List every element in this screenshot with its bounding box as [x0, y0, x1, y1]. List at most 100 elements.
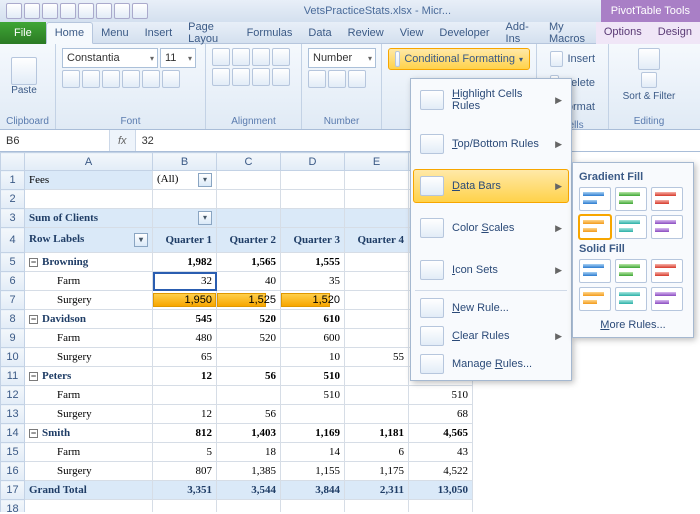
window-title: VetsPracticeStats.xlsx - Micr... [154, 5, 601, 17]
quick-access-toolbar [0, 3, 154, 19]
group-title-number: Number [308, 116, 375, 127]
undo-icon[interactable] [60, 3, 76, 19]
group-number: Number Number [302, 44, 382, 129]
section-solid-fill: Solid Fill [579, 243, 687, 255]
collapse-icon[interactable]: − [29, 372, 38, 381]
merge-icon[interactable] [272, 68, 290, 86]
save-icon[interactable] [6, 3, 22, 19]
cf-item-icon [420, 134, 444, 154]
font-color-icon[interactable] [162, 70, 180, 88]
tab-menu[interactable]: Menu [93, 23, 137, 43]
formula-bar: B6 fx 32 [0, 130, 700, 152]
tab-options[interactable]: Options [596, 22, 650, 44]
databar-gradient-red[interactable] [651, 187, 683, 211]
pivottable-context-tabs: Options Design [596, 22, 700, 44]
italic-icon[interactable] [82, 70, 100, 88]
preview-icon[interactable] [114, 3, 130, 19]
wrap-text-icon[interactable] [272, 48, 290, 66]
percent-icon[interactable] [328, 70, 346, 88]
align-right-icon[interactable] [252, 68, 270, 86]
align-middle-icon[interactable] [232, 48, 250, 66]
databar-solid-blue[interactable] [579, 259, 611, 283]
qat-more-icon[interactable] [132, 3, 148, 19]
conditional-formatting-button[interactable]: Conditional Formatting ▾ [388, 48, 530, 70]
bold-icon[interactable] [62, 70, 80, 88]
databar-gradient-green[interactable] [615, 187, 647, 211]
underline-icon[interactable] [102, 70, 120, 88]
group-title-editing: Editing [615, 116, 683, 127]
group-font: Constantia 11 Font [56, 44, 206, 129]
fill-color-icon[interactable] [142, 70, 160, 88]
tab-insert[interactable]: Insert [137, 23, 181, 43]
comma-icon[interactable] [348, 70, 366, 88]
filter-dropdown[interactable]: ▾ [198, 173, 212, 187]
paste-icon [11, 57, 37, 85]
cf-action-clear-rules[interactable]: Clear Rules▶ [413, 322, 569, 350]
paste-button[interactable]: Paste [6, 48, 42, 104]
font-name-combo[interactable]: Constantia [62, 48, 158, 68]
fx-button[interactable]: fx [110, 130, 136, 151]
group-title-clipboard: Clipboard [6, 116, 49, 127]
font-size-combo[interactable]: 11 [160, 48, 196, 68]
cf-item-top-bottom-rules[interactable]: Top/Bottom Rules▶ [413, 127, 569, 161]
context-tools-label: PivotTable Tools [601, 0, 700, 22]
group-title-font: Font [62, 116, 199, 127]
align-top-icon[interactable] [212, 48, 230, 66]
new-icon[interactable] [42, 3, 58, 19]
tab-formulas[interactable]: Formulas [239, 23, 301, 43]
tab-home[interactable]: Home [46, 22, 93, 44]
databar-gradient-teal[interactable] [615, 215, 647, 239]
collapse-icon[interactable]: − [29, 315, 38, 324]
cf-item-highlight-cells-rules[interactable]: Highlight Cells Rules▶ [413, 81, 569, 119]
name-box[interactable]: B6 [0, 130, 110, 151]
cf-item-icon [420, 218, 444, 238]
open-icon[interactable] [24, 3, 40, 19]
collapse-icon[interactable]: − [29, 258, 38, 267]
align-left-icon[interactable] [212, 68, 230, 86]
cf-label: Conditional Formatting [404, 53, 515, 65]
row-dropdown[interactable]: ▾ [134, 233, 148, 247]
currency-icon[interactable] [308, 70, 326, 88]
insert-button[interactable]: Insert [543, 48, 602, 70]
autosum-icon[interactable] [638, 48, 660, 70]
sort-filter-button[interactable]: Sort & Filter [623, 72, 676, 102]
column-dropdown[interactable]: ▾ [198, 211, 212, 225]
border-icon[interactable] [122, 70, 140, 88]
tab-review[interactable]: Review [340, 23, 392, 43]
databar-gradient-purple[interactable] [651, 215, 683, 239]
cf-item-icon-sets[interactable]: Icon Sets▶ [413, 253, 569, 287]
cf-item-icon [420, 90, 444, 110]
sort-filter-icon [641, 72, 657, 88]
redo-icon[interactable] [78, 3, 94, 19]
databar-solid-orange[interactable] [579, 287, 611, 311]
insert-icon [550, 51, 563, 67]
cf-action-icon [420, 298, 444, 318]
print-icon[interactable] [96, 3, 112, 19]
tab-data[interactable]: Data [300, 23, 339, 43]
databar-gradient-blue[interactable] [579, 187, 611, 211]
tab-design[interactable]: Design [650, 22, 700, 44]
section-gradient-fill: Gradient Fill [579, 171, 687, 183]
cf-action-manage-rules-[interactable]: Manage Rules... [413, 350, 569, 378]
align-center-icon[interactable] [232, 68, 250, 86]
group-title-alignment: Alignment [212, 116, 295, 127]
cf-item-color-scales[interactable]: Color Scales▶ [413, 211, 569, 245]
databar-solid-red[interactable] [651, 259, 683, 283]
tab-view[interactable]: View [392, 23, 432, 43]
databar-solid-purple[interactable] [651, 287, 683, 311]
align-bottom-icon[interactable] [252, 48, 270, 66]
tab-developer[interactable]: Developer [431, 23, 497, 43]
databar-solid-green[interactable] [615, 259, 647, 283]
file-tab[interactable]: File [0, 22, 46, 44]
number-format-combo[interactable]: Number [308, 48, 376, 68]
cf-action-new-rule-[interactable]: New Rule... [413, 294, 569, 322]
collapse-icon[interactable]: − [29, 429, 38, 438]
cf-action-icon [420, 354, 444, 374]
cf-item-icon [420, 176, 444, 196]
databar-gradient-orange[interactable] [579, 215, 611, 239]
cf-item-data-bars[interactable]: Data Bars▶ [413, 169, 569, 203]
data-bars-submenu: Gradient Fill Solid Fill More Rules... [572, 162, 694, 338]
group-editing: Sort & Filter Editing [609, 44, 689, 129]
databar-solid-teal[interactable] [615, 287, 647, 311]
more-rules-link[interactable]: More Rules... [579, 319, 687, 331]
